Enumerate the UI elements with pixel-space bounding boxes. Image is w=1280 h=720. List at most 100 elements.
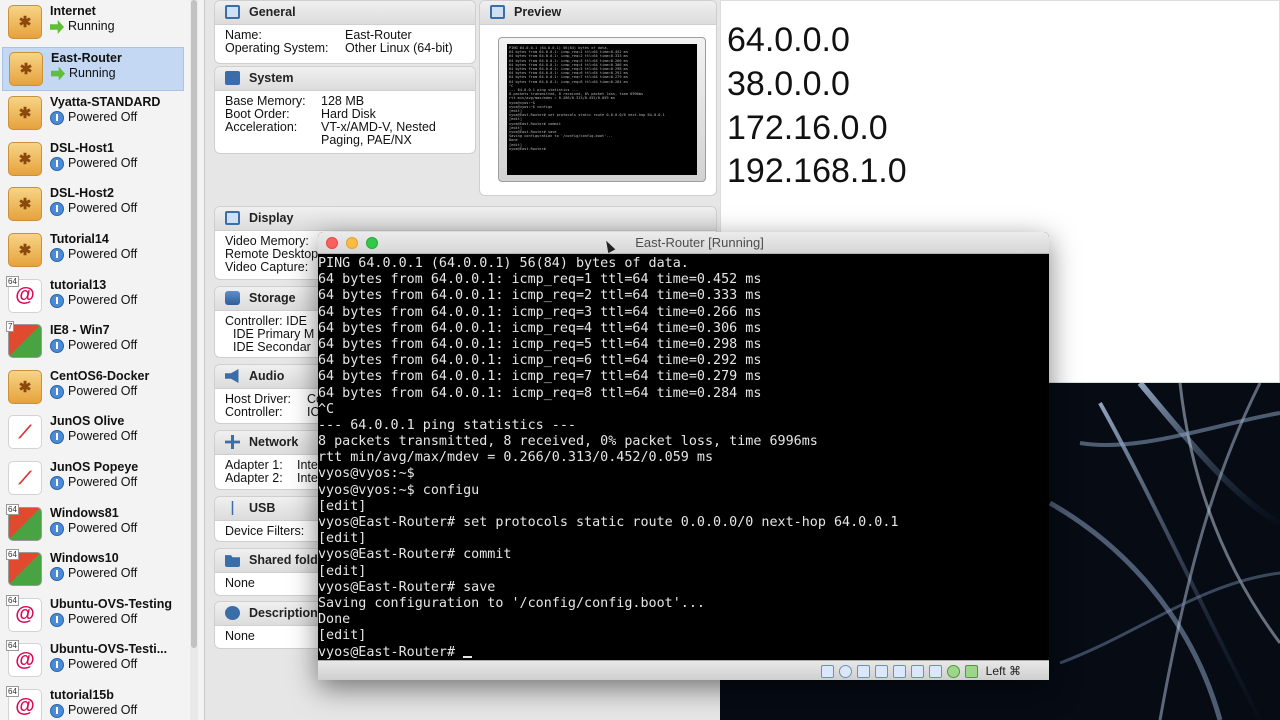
running-arrow-icon — [51, 66, 65, 81]
vm-state-label: Running — [69, 65, 116, 80]
display-title: Display — [249, 211, 294, 225]
vm-list-item[interactable]: @64 tutorial13 Powered Off — [2, 275, 184, 319]
terminal-line-text: vyos@vyos:~$ configu — [318, 482, 480, 498]
vm-list-item[interactable]: ⟋ JunOS Popeye Powered Off — [2, 457, 184, 501]
system-title: System — [249, 71, 294, 85]
vm-name: DSL-Host1 — [50, 140, 114, 155]
general-header[interactable]: General — [215, 1, 475, 25]
vm-state-label: Powered Off — [68, 110, 138, 125]
vm-list-item[interactable]: 64 Windows10 Powered Off — [2, 548, 184, 592]
vm-list-item[interactable]: ✱ DSL-Host1 Powered Off — [2, 138, 184, 182]
device-filters-label: Device Filters: — [225, 524, 305, 538]
vm-name: JunOS Olive — [50, 414, 125, 429]
terminal-line: [edit] — [318, 628, 1049, 644]
power-off-icon — [50, 658, 64, 673]
vm-state-label: Powered Off — [68, 520, 138, 535]
terminal-line-text: vyos@East-Router# commit — [318, 547, 512, 563]
vm-state-label: Powered Off — [68, 703, 138, 717]
preview-section: Preview PING 64.0.0.1 (64.0.0.1) 56(84) … — [479, 0, 717, 196]
vyos-os-icon: ✱ — [8, 233, 42, 267]
vm-state: Powered Off — [50, 429, 137, 445]
display-header[interactable]: Display — [215, 207, 716, 231]
vm-state-label: Powered Off — [68, 611, 138, 626]
terminal-line-text: [edit] — [318, 628, 367, 644]
terminal-line-text: 64 bytes from 64.0.0.1: icmp_req=1 ttl=6… — [318, 272, 762, 288]
running-arrow-icon — [50, 20, 64, 34]
network-icon — [225, 435, 240, 449]
terminal-line-text: 64 bytes from 64.0.0.1: icmp_req=8 ttl=6… — [318, 385, 762, 401]
audio-controller-label: Controller: — [225, 405, 283, 419]
mouse-integration-icon[interactable] — [946, 664, 960, 678]
video-capture-status-icon[interactable] — [928, 664, 942, 678]
terminal-line: vyos@East-Router# save — [318, 580, 1049, 596]
vm-list-item[interactable]: ✱ Internet Running — [2, 1, 184, 45]
terminal-line: 64 bytes from 64.0.0.1: icmp_req=6 ttl=6… — [318, 353, 1049, 369]
terminal-line-text: 64 bytes from 64.0.0.1: icmp_req=6 ttl=6… — [318, 353, 762, 369]
vm-list-item[interactable]: 64 Windows81 Powered Off — [2, 503, 184, 547]
terminal-line-text: 8 packets transmitted, 8 received, 0% pa… — [318, 434, 818, 450]
vm-state-label: Powered Off — [68, 247, 138, 261]
power-off-icon — [50, 384, 64, 399]
hard-drive-icon — [225, 291, 240, 305]
vm-state: Powered Off — [50, 520, 138, 536]
optical-drive-status-icon[interactable] — [838, 664, 852, 678]
vm-list-item[interactable]: ⟋ JunOS Olive Powered Off — [2, 411, 184, 455]
general-title: General — [249, 5, 296, 19]
system-section: System Base Memory: 128 MB Boot Order: Har… — [214, 66, 476, 154]
os-version-badge: 7 — [6, 321, 15, 333]
host-key-label: Left ⌘ — [985, 664, 1021, 678]
audio-title: Audio — [249, 369, 285, 383]
power-off-icon — [50, 339, 64, 354]
vm-name: Windows81 — [50, 505, 119, 520]
terminal-line-text: Done — [318, 612, 351, 628]
terminal-console[interactable]: PING 64.0.0.1 (64.0.0.1) 56(84) bytes of… — [318, 254, 1049, 660]
shared-folders-value: None — [225, 576, 255, 590]
vm-name: DSL-Host2 — [50, 186, 114, 201]
power-off-icon — [50, 476, 64, 490]
vyos-os-icon: ✱ — [8, 5, 42, 39]
vm-state-label: Powered Off — [68, 475, 138, 489]
window-titlebar[interactable]: East-Router [Running] — [318, 232, 1049, 254]
vm-name: Ubuntu-OVS-Testing — [50, 596, 172, 611]
terminal-line-text: 64 bytes from 64.0.0.1: icmp_req=2 ttl=6… — [318, 288, 762, 304]
usb-status-icon[interactable] — [856, 664, 870, 678]
vm-list-item[interactable]: @64 Ubuntu-OVS-Testi... Powered Off — [2, 639, 184, 683]
terminal-line: ^C — [318, 402, 1049, 418]
junos-os-icon: ⟋ — [8, 415, 42, 450]
terminal-line: vyos@East-Router# commit — [318, 547, 1049, 563]
keyboard-capture-icon[interactable] — [964, 664, 978, 678]
vyos-os-icon: ✱ — [8, 96, 42, 131]
network-status-icon[interactable] — [874, 664, 888, 678]
vm-list-item[interactable]: ✱ East-Router Running — [2, 46, 184, 91]
display-status-icon[interactable] — [910, 664, 924, 678]
vyos-os-icon: ✱ — [8, 187, 42, 222]
vm-list-item[interactable]: ✱ DSL-Host2 Powered Off — [2, 183, 184, 227]
vm-state-label: Powered Off — [68, 657, 138, 672]
vm-name: Vyatta-STANDARD — [50, 95, 161, 110]
vm-state: Powered Off — [50, 657, 138, 673]
vm-list-scrollbar-thumb[interactable] — [191, 0, 197, 648]
description-value: None — [225, 629, 255, 643]
network-title: Network — [249, 435, 299, 449]
power-off-icon — [50, 248, 64, 262]
terminal-line: 64 bytes from 64.0.0.1: icmp_req=2 ttl=6… — [318, 288, 1049, 304]
preview-header[interactable]: Preview — [480, 1, 716, 25]
os-version-badge: 64 — [6, 549, 19, 561]
vm-list-item[interactable]: ✱ Vyatta-STANDARD Powered Off — [2, 92, 184, 136]
hard-disk-status-icon[interactable] — [820, 664, 834, 678]
vm-list-item[interactable]: @64 Ubuntu-OVS-Testing Powered Off — [2, 594, 184, 638]
os-label: Operating System: — [225, 41, 329, 55]
vm-list-item[interactable]: ✱ Tutorial14 Powered Off — [2, 229, 184, 273]
terminal-line-text: ^C — [318, 401, 335, 417]
shared-folders-status-icon[interactable] — [892, 664, 906, 678]
terminal-line: 8 packets transmitted, 8 received, 0% pa… — [318, 434, 1049, 450]
power-off-icon — [50, 202, 64, 217]
vm-list-item[interactable]: @64 tutorial15b Powered Off — [2, 685, 184, 720]
vm-state: Running — [50, 19, 115, 34]
terminal-line: PING 64.0.0.1 (64.0.0.1) 56(84) bytes of… — [318, 256, 1049, 272]
vm-list-item[interactable]: ✱ CentOS6-Docker Powered Off — [2, 366, 184, 410]
vm-list-item[interactable]: 7 IE8 - Win7 Powered Off — [2, 320, 184, 364]
system-header[interactable]: System — [215, 67, 475, 91]
vm-console-window[interactable]: East-Router [Running] PING 64.0.0.1 (64.… — [318, 232, 1049, 680]
terminal-line-text: 64 bytes from 64.0.0.1: icmp_req=3 ttl=6… — [318, 304, 762, 320]
